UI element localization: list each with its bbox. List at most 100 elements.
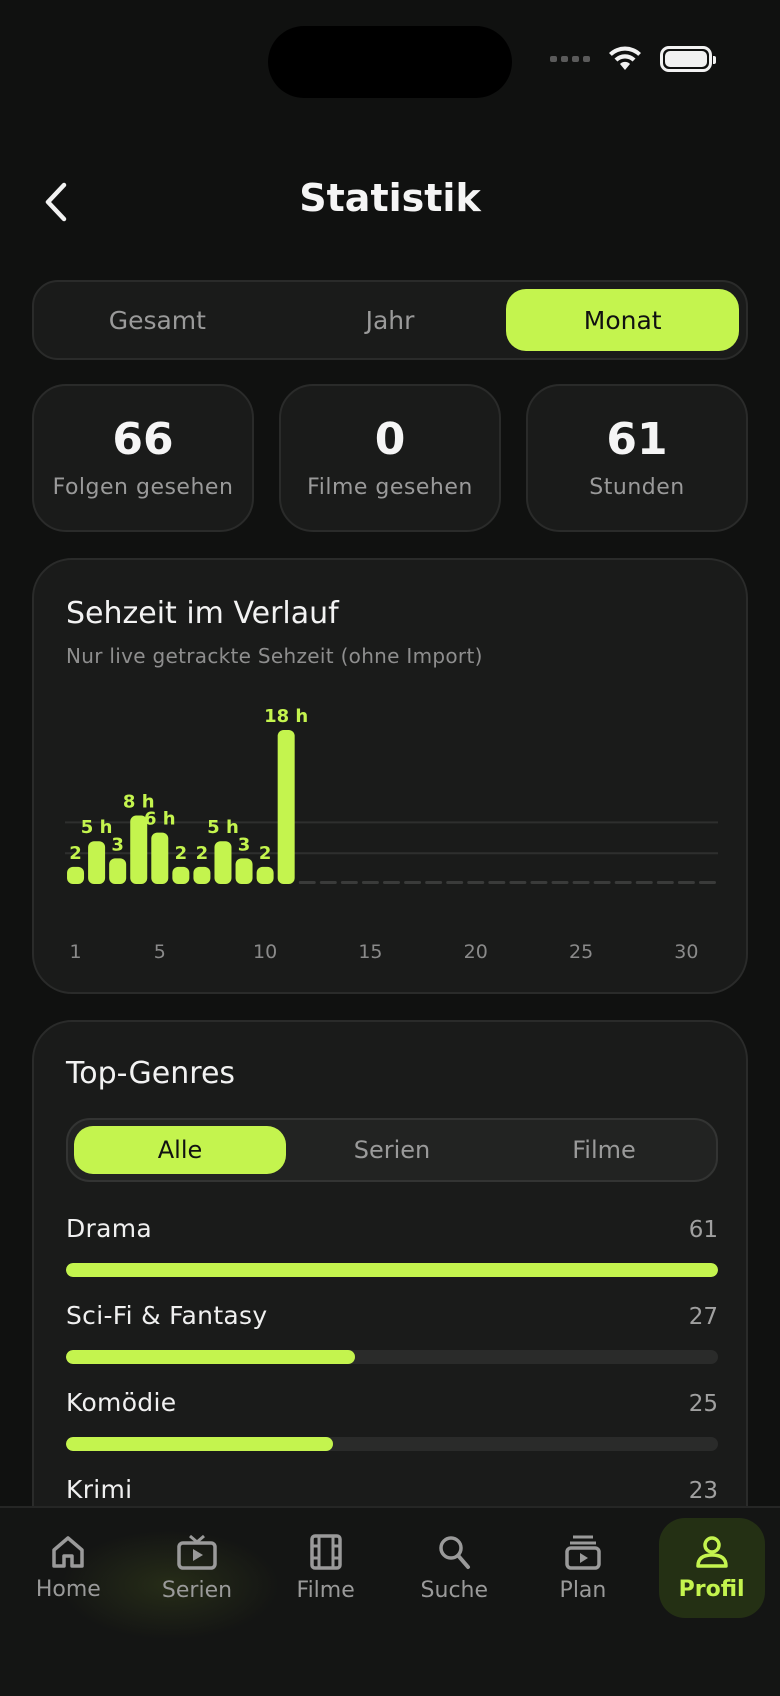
wifi-icon [609,46,641,70]
tab-label: Serien [161,1577,233,1603]
genre-row-drama: Drama 61 [66,1214,718,1277]
tab-label: Home [35,1576,101,1602]
chart-bar [235,858,253,884]
chart-data-label: 5 h [207,817,239,838]
chart-tick-label: 5 [154,941,166,963]
genre-count: 61 [688,1217,718,1243]
chart-bar-empty [509,881,527,884]
calendar-stack-icon [565,1535,601,1570]
person-icon [695,1535,728,1568]
tab-home[interactable]: Home [15,1518,121,1618]
genre-count: 27 [688,1304,718,1330]
chart-tick-label: 20 [464,941,488,963]
chart-bar [67,866,85,884]
genre-row-scifi: Sci-Fi & Fantasy 27 [66,1301,718,1364]
stats-row: 66 Folgen gesehen 0 Filme gesehen 61 Stu… [32,384,748,532]
home-icon [52,1535,85,1568]
chart-data-label: 5 h [81,817,113,838]
chart-bar-empty [614,881,632,884]
genres-title: Top-Genres [66,1056,236,1091]
tab-label: Plan [559,1577,607,1603]
stat-label: Stunden [589,474,685,500]
chart-bar-empty [383,881,400,884]
genre-name: Sci-Fi & Fantasy [66,1301,268,1330]
chart-bar-empty [656,881,674,884]
tv-icon [177,1534,217,1570]
stat-value: 66 [112,414,174,466]
chart-tick-label: 15 [358,941,382,963]
battery-icon [660,46,716,72]
chart-bar [277,730,295,884]
chart-bar-empty [677,881,695,884]
page-title: Statistik [299,176,481,220]
stat-value: 61 [606,414,668,466]
film-icon [309,1533,342,1570]
chart-data-label: 2 [175,843,188,864]
genre-filter-alle[interactable]: Alle [74,1126,286,1174]
chart-data-label: 3 [111,834,124,855]
chart-data-label: 6 h [144,809,176,830]
period-segmented-control: Gesamt Jahr Monat [32,280,748,360]
chart-bar-empty [340,881,358,884]
genre-bar-track [66,1437,718,1451]
chart-bar-empty [361,881,379,884]
tab-plan[interactable]: Plan [530,1518,636,1618]
genre-bar-track [66,1263,718,1277]
chart-tick-label: 1 [69,941,81,963]
stat-card-movies: 0 Filme gesehen [279,384,501,532]
chart-bar [88,841,106,884]
stat-card-hours: 61 Stunden [526,384,748,532]
chart-bar [109,858,127,884]
search-icon [439,1535,471,1569]
genre-filter-segmented-control: Alle Serien Filme [66,1118,718,1182]
genre-filter-filme[interactable]: Filme [498,1126,710,1174]
chart-bar [172,866,190,884]
genre-name: Krimi [66,1475,133,1504]
chart-data-label: 2 [69,843,82,864]
chart-tick-label: 30 [674,941,698,963]
chart-bar-empty [467,881,485,884]
genre-count: 23 [688,1478,718,1504]
chart-bar [151,832,169,884]
chart-bar-empty [530,881,548,884]
period-tab-gesamt[interactable]: Gesamt [41,289,274,351]
watch-time-bar-chart: 25 h38 h6 h2 25 h3 218 h1 5 10 15 20 25 30 [65,706,718,963]
chart-bar-empty [572,881,590,884]
chart-data-label: 2 [196,843,209,864]
genre-filter-serien[interactable]: Serien [286,1126,498,1174]
chart-bar-empty [488,881,506,884]
stat-value: 0 [374,414,406,466]
tab-label: Filme [296,1577,355,1603]
tab-label: Profil [678,1576,745,1602]
genre-bar-fill [66,1350,355,1364]
chart-bar-empty [698,881,716,884]
period-tab-monat[interactable]: Monat [506,289,740,351]
genre-count: 25 [688,1391,718,1417]
genre-bar-fill [66,1437,334,1451]
chart-data-label: 3 [238,834,251,855]
chart-bar-empty [593,881,611,884]
watch-time-chart-card: Sehzeit im Verlauf Nur live getrackte Se… [32,558,748,994]
tab-suche[interactable]: Suche [401,1518,507,1618]
tab-profil[interactable]: Profil [658,1518,765,1618]
chart-bar-empty [551,881,569,884]
chart-bar [193,866,211,884]
chart-data-label: 18 h [264,706,308,727]
stat-card-episodes: 66 Folgen gesehen [32,384,254,532]
period-tab-jahr[interactable]: Jahr [274,289,507,351]
chart-bar-empty [298,881,316,884]
chart-bar-empty [425,881,443,884]
chart-bar-empty [319,881,337,884]
chart-bar [214,841,232,884]
stat-label: Filme gesehen [307,474,473,500]
chart-data-label: 2 [259,843,272,864]
chart-tick-label: 25 [569,941,593,963]
chart-bar [256,866,274,884]
chart-tick-label: 10 [253,941,277,963]
stat-label: Folgen gesehen [52,474,234,500]
tab-serien[interactable]: Serien [144,1518,250,1618]
chart-bar-empty [446,881,464,884]
genre-bar-fill [66,1263,718,1277]
tab-filme[interactable]: Filme [273,1518,379,1618]
tab-label: Suche [420,1577,489,1603]
